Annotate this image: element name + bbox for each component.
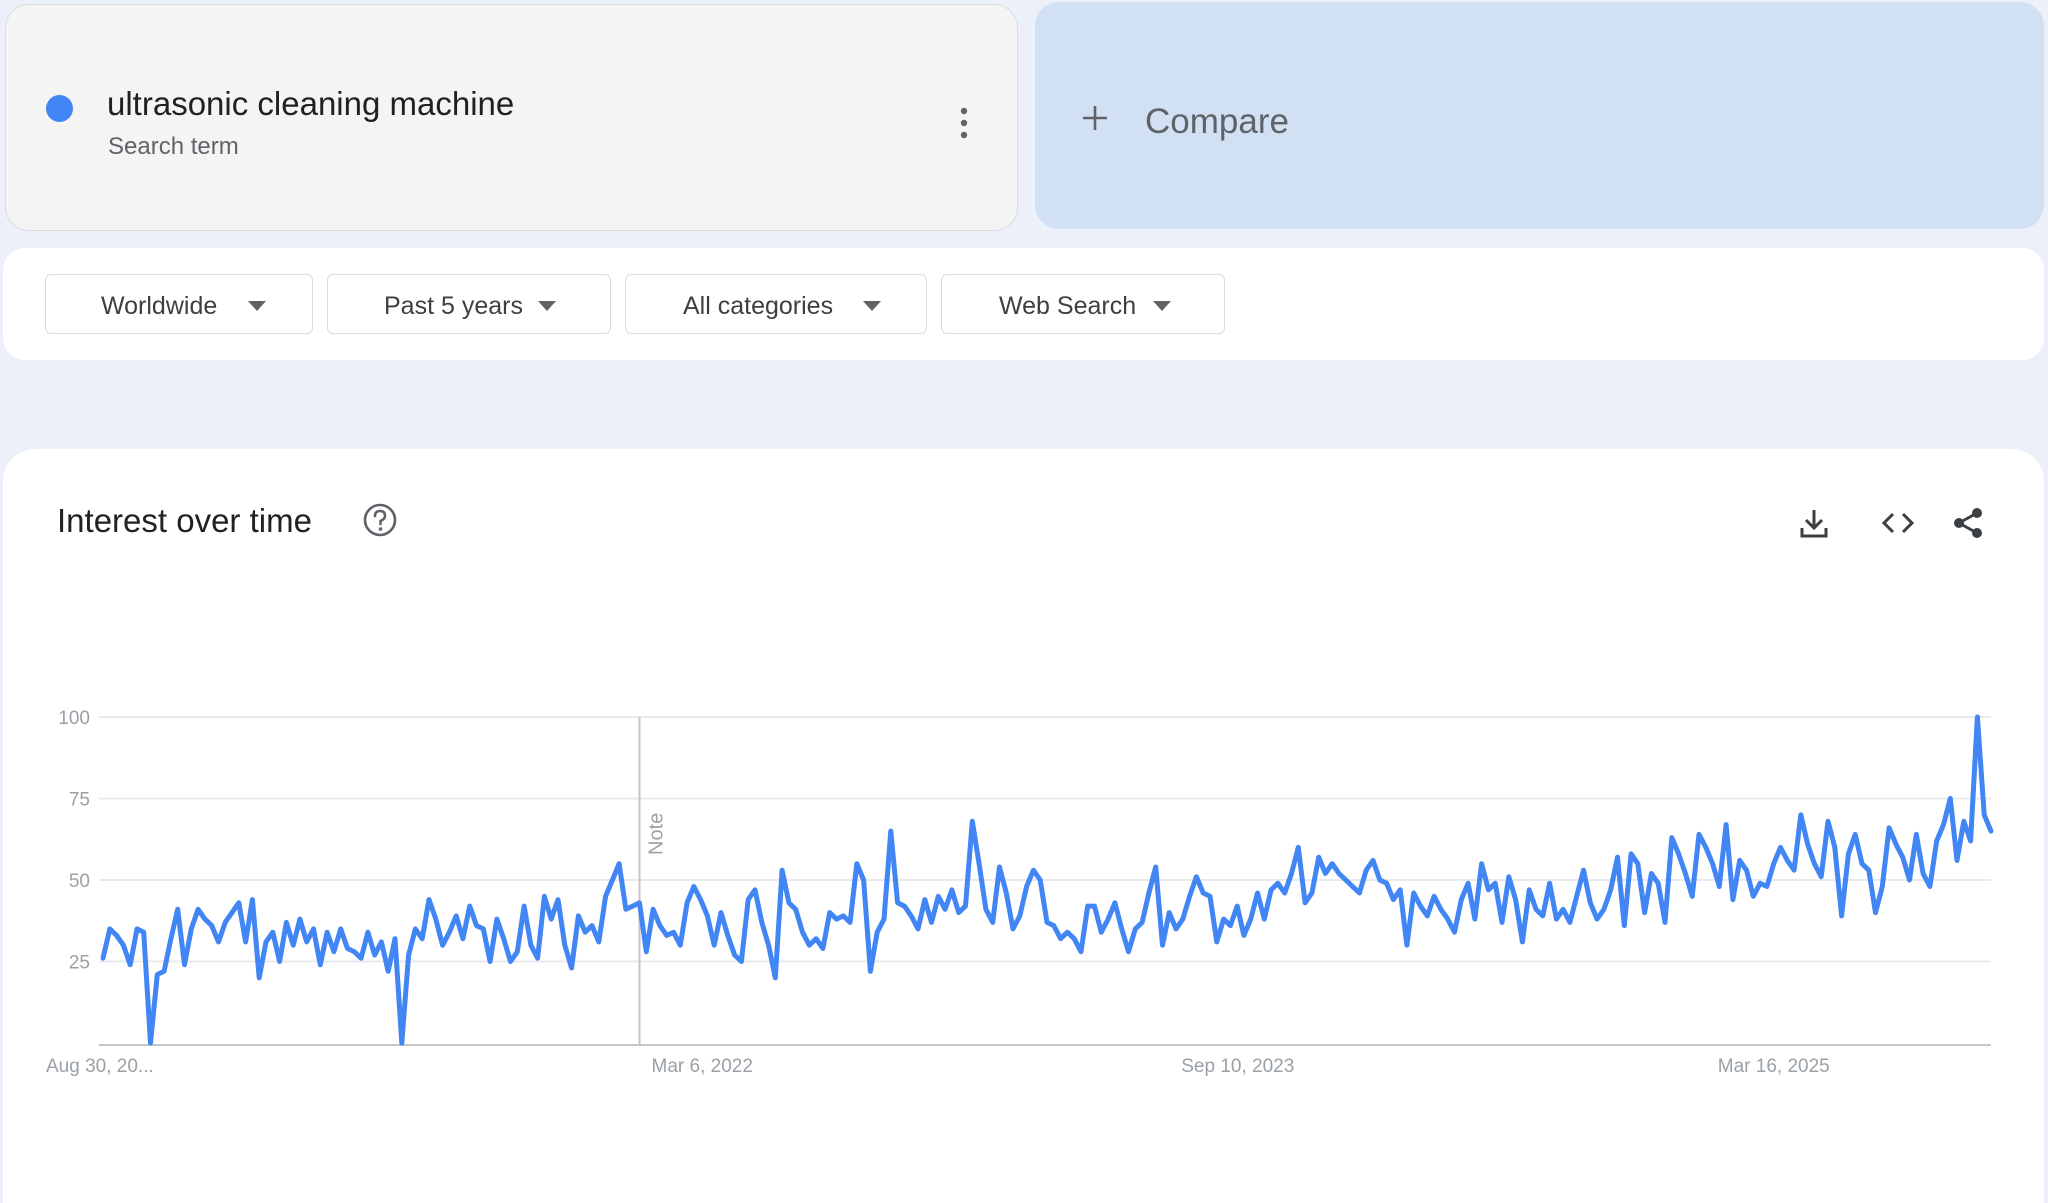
chevron-down-icon [538, 301, 556, 311]
y-tick-label: 50 [69, 871, 90, 892]
annotation-note-label: Note [646, 813, 668, 855]
search-type-filter-dropdown[interactable]: Web Search [941, 274, 1225, 334]
interest-over-time-card: Interest over time 25 50 75 100 Note Aug 30, … [3, 449, 2044, 1203]
chevron-down-icon [1153, 301, 1171, 311]
category-filter-label: All categories [683, 292, 834, 320]
search-term-title: ultrasonic cleaning machine [107, 85, 515, 122]
search-term-subtitle: Search term [108, 133, 239, 160]
y-tick-label: 25 [69, 953, 90, 974]
x-tick-label: Aug 30, 20... [46, 1056, 154, 1077]
region-filter-label: Worldwide [101, 292, 218, 320]
x-tick-label: Mar 6, 2022 [652, 1056, 753, 1077]
plus-icon [1083, 106, 1107, 130]
search-term-card[interactable]: ultrasonic cleaning machine Search term [5, 4, 1018, 231]
y-tick-label: 75 [69, 790, 90, 811]
series-color-dot [46, 95, 73, 122]
compare-button[interactable]: Compare [1035, 2, 2044, 229]
x-tick-label: Sep 10, 2023 [1181, 1056, 1294, 1077]
y-tick-label: 100 [58, 708, 90, 729]
filter-bar: Worldwide Past 5 years All categories We… [3, 248, 2044, 360]
more-vert-icon[interactable] [952, 105, 976, 145]
interest-line-chart: 25 50 75 100 Note Aug 30, 20... Mar 6, 2022 Sep… [46, 708, 1994, 1077]
category-filter-dropdown[interactable]: All categories [625, 274, 927, 334]
chevron-down-icon [248, 301, 266, 311]
compare-label: Compare [1145, 102, 1289, 141]
x-tick-label: Mar 16, 2025 [1718, 1056, 1830, 1077]
region-filter-dropdown[interactable]: Worldwide [45, 274, 313, 334]
chevron-down-icon [863, 301, 881, 311]
search-type-filter-label: Web Search [999, 292, 1137, 320]
time-range-filter-label: Past 5 years [384, 292, 523, 320]
time-range-filter-dropdown[interactable]: Past 5 years [327, 274, 611, 334]
